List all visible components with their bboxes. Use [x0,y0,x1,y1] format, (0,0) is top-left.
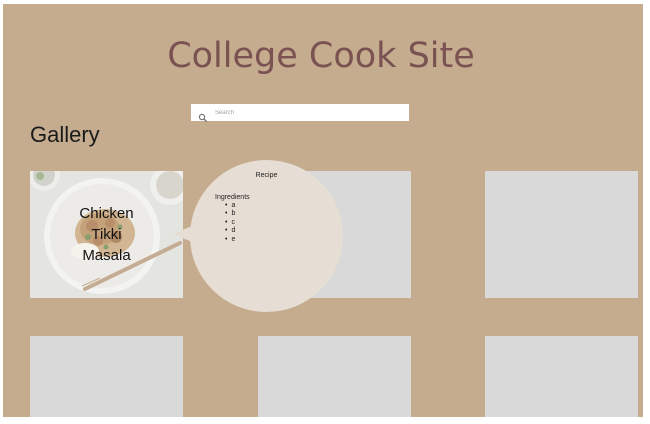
recipe-popup-title: Recipe [255,172,278,179]
gallery-item-placeholder[interactable] [30,336,183,417]
gallery-item-title-line: Chicken [79,205,134,222]
ingredient-item: b [225,210,235,218]
search-bar[interactable] [191,104,409,122]
ingredient-item: e [225,236,235,244]
ingredient-item: d [225,227,235,235]
gallery-item-placeholder[interactable] [485,336,638,417]
gallery-item-chicken-tikki-masala[interactable]: Chicken Tikki Masala [30,171,183,298]
screenshot-frame: College Cook Site Gallery [0,0,650,424]
gallery-item-placeholder[interactable] [485,171,638,298]
search-icon [198,108,208,122]
ingredients-label: Ingredients [215,194,250,201]
search-input[interactable] [215,109,395,116]
gallery-item-title: Chicken Tikki Masala [30,203,183,266]
gallery-item-placeholder[interactable] [258,336,411,417]
site-title: College Cook Site [167,36,475,76]
ingredient-item: c [225,219,235,227]
recipe-popup [190,160,343,312]
ingredients-list: a b c d e [225,202,235,244]
gallery-heading: Gallery [30,122,100,147]
page: College Cook Site Gallery [3,4,643,417]
gallery-item-title-line: Masala [82,247,131,264]
gallery-item-title-line: Tikki [91,226,122,243]
ingredient-item: a [225,202,235,210]
